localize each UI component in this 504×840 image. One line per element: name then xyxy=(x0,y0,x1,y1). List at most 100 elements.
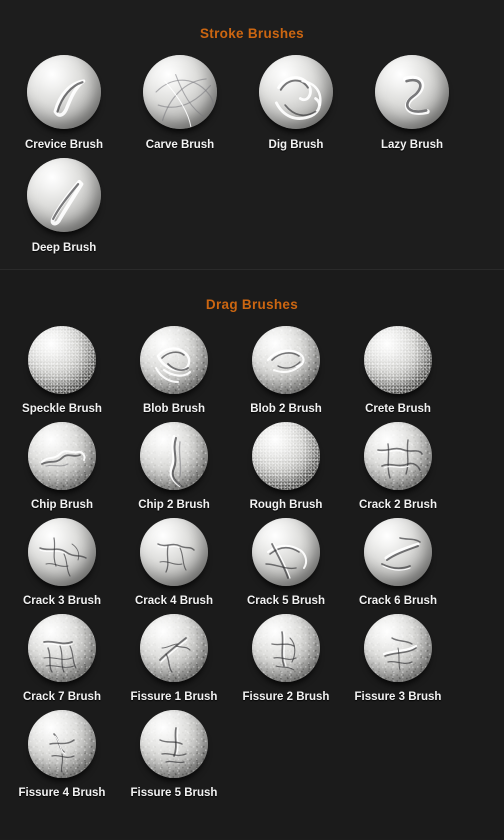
brush-label: Crack 3 Brush xyxy=(23,595,101,607)
section-stroke-brushes: Stroke Brushes Crevice Brush Carve Brush D… xyxy=(0,0,504,270)
brush-label: Rough Brush xyxy=(249,499,323,511)
brush-thumbnail[interactable] xyxy=(143,55,217,135)
brush-thumbnail[interactable] xyxy=(28,422,96,496)
brush-thumbnail[interactable] xyxy=(140,422,208,496)
sphere-fissure3-icon xyxy=(364,614,432,682)
brush-thumbnail[interactable] xyxy=(364,326,432,400)
brush-label: Chip Brush xyxy=(31,499,93,511)
sphere-crack7-icon xyxy=(28,614,96,682)
brush-thumbnail[interactable] xyxy=(252,518,320,592)
brush-thumbnail[interactable] xyxy=(27,55,101,135)
sphere-crack3-icon xyxy=(28,518,96,586)
sphere-rough-icon xyxy=(252,422,320,490)
sphere-fissure1-icon xyxy=(140,614,208,682)
brush-thumbnail[interactable] xyxy=(375,55,449,135)
relief-overlay xyxy=(274,76,322,120)
brush-thumbnail[interactable] xyxy=(140,326,208,400)
relief-overlay xyxy=(159,727,187,764)
brush-thumbnail[interactable] xyxy=(252,326,320,400)
relief-overlay xyxy=(155,347,192,383)
sphere-chip2-icon xyxy=(140,422,208,490)
brush-label: Crack 7 Brush xyxy=(23,691,101,703)
brush-label: Blob 2 Brush xyxy=(250,403,322,415)
brush-thumbnail[interactable] xyxy=(28,710,96,784)
brush-label: Crack 6 Brush xyxy=(359,595,437,607)
brush-item[interactable]: Fissure 3 Brush xyxy=(342,614,454,704)
brush-label: Speckle Brush xyxy=(22,403,102,415)
brush-item[interactable]: Blob Brush xyxy=(118,326,230,416)
brush-item[interactable]: Speckle Brush xyxy=(6,326,118,416)
sphere-carve-icon xyxy=(143,55,217,129)
brush-label: Fissure 2 Brush xyxy=(242,691,330,703)
brush-thumbnail[interactable] xyxy=(364,518,432,592)
sphere-blob-icon xyxy=(140,326,208,394)
section-title-drag-brushes: Drag Brushes xyxy=(205,297,299,312)
brush-label: Crevice Brush xyxy=(25,139,103,151)
brush-item[interactable]: Carve Brush xyxy=(122,55,238,152)
sphere-crack4-icon xyxy=(140,518,208,586)
brush-thumbnail[interactable] xyxy=(252,614,320,688)
brush-thumbnail[interactable] xyxy=(140,710,208,784)
relief-overlay xyxy=(49,733,75,773)
brush-item[interactable]: Deep Brush xyxy=(6,158,122,255)
brush-item[interactable]: Fissure 2 Brush xyxy=(230,614,342,704)
sphere-crack6-icon xyxy=(364,518,432,586)
brush-item[interactable]: Crack 4 Brush xyxy=(118,518,230,608)
brush-item[interactable]: Fissure 1 Brush xyxy=(118,614,230,704)
brush-thumbnail[interactable] xyxy=(28,518,96,592)
brush-thumbnail[interactable] xyxy=(364,422,432,496)
relief-overlay xyxy=(266,349,305,373)
sphere-fissure2-icon xyxy=(252,614,320,682)
brush-item[interactable]: Crevice Brush xyxy=(6,55,122,152)
brush-thumbnail[interactable] xyxy=(27,158,101,238)
brush-item[interactable]: Crack 7 Brush xyxy=(6,614,118,704)
sphere-fissure4-icon xyxy=(28,710,96,778)
brush-item[interactable]: Fissure 4 Brush xyxy=(6,710,118,800)
section-title-stroke-brushes: Stroke Brushes xyxy=(200,26,304,41)
brush-grid-stroke: Crevice Brush Carve Brush Dig Brush Lazy Br… xyxy=(0,55,504,261)
brush-item[interactable]: Blob 2 Brush xyxy=(230,326,342,416)
relief-overlay xyxy=(364,326,432,394)
brush-thumbnail[interactable] xyxy=(140,518,208,592)
sphere-speckle-icon xyxy=(28,326,96,394)
relief-overlay xyxy=(169,434,182,488)
sphere-blob2-icon xyxy=(252,326,320,394)
brush-thumbnail[interactable] xyxy=(364,614,432,688)
brush-label: Crack 5 Brush xyxy=(247,595,325,607)
sphere-lazy-icon xyxy=(375,55,449,129)
sphere-deep-icon xyxy=(27,158,101,232)
brush-thumbnail[interactable] xyxy=(259,55,333,135)
brush-label: Carve Brush xyxy=(145,139,215,151)
relief-overlay xyxy=(377,439,423,479)
brush-thumbnail[interactable] xyxy=(252,422,320,496)
brush-label: Lazy Brush xyxy=(381,139,443,151)
brush-thumbnail[interactable] xyxy=(28,326,96,400)
brush-item[interactable]: Lazy Brush xyxy=(354,55,470,152)
brush-item[interactable]: Crete Brush xyxy=(342,326,454,416)
brush-item[interactable]: Chip Brush xyxy=(6,422,118,512)
relief-overlay xyxy=(403,75,430,115)
brush-item[interactable]: Chip 2 Brush xyxy=(118,422,230,512)
relief-overlay xyxy=(28,326,96,394)
relief-overlay xyxy=(382,637,418,671)
brush-thumbnail[interactable] xyxy=(28,614,96,688)
brush-item[interactable]: Rough Brush xyxy=(230,422,342,512)
sphere-crack2-icon xyxy=(364,422,432,490)
relief-overlay xyxy=(50,179,84,226)
relief-overlay xyxy=(159,637,191,673)
brush-library-panel: Stroke Brushes Crevice Brush Carve Brush D… xyxy=(0,0,504,840)
relief-overlay xyxy=(265,543,308,579)
relief-overlay xyxy=(53,79,86,117)
sphere-chip-icon xyxy=(28,422,96,490)
brush-item[interactable]: Crack 6 Brush xyxy=(342,518,454,608)
relief-overlay xyxy=(43,640,77,673)
brush-item[interactable]: Crack 5 Brush xyxy=(230,518,342,608)
relief-overlay xyxy=(41,450,86,467)
brush-thumbnail[interactable] xyxy=(140,614,208,688)
brush-item[interactable]: Dig Brush xyxy=(238,55,354,152)
brush-item[interactable]: Crack 3 Brush xyxy=(6,518,118,608)
brush-item[interactable]: Fissure 5 Brush xyxy=(118,710,230,800)
brush-label: Crack 4 Brush xyxy=(135,595,213,607)
brush-item[interactable]: Crack 2 Brush xyxy=(342,422,454,512)
sphere-crack5-icon xyxy=(252,518,320,586)
